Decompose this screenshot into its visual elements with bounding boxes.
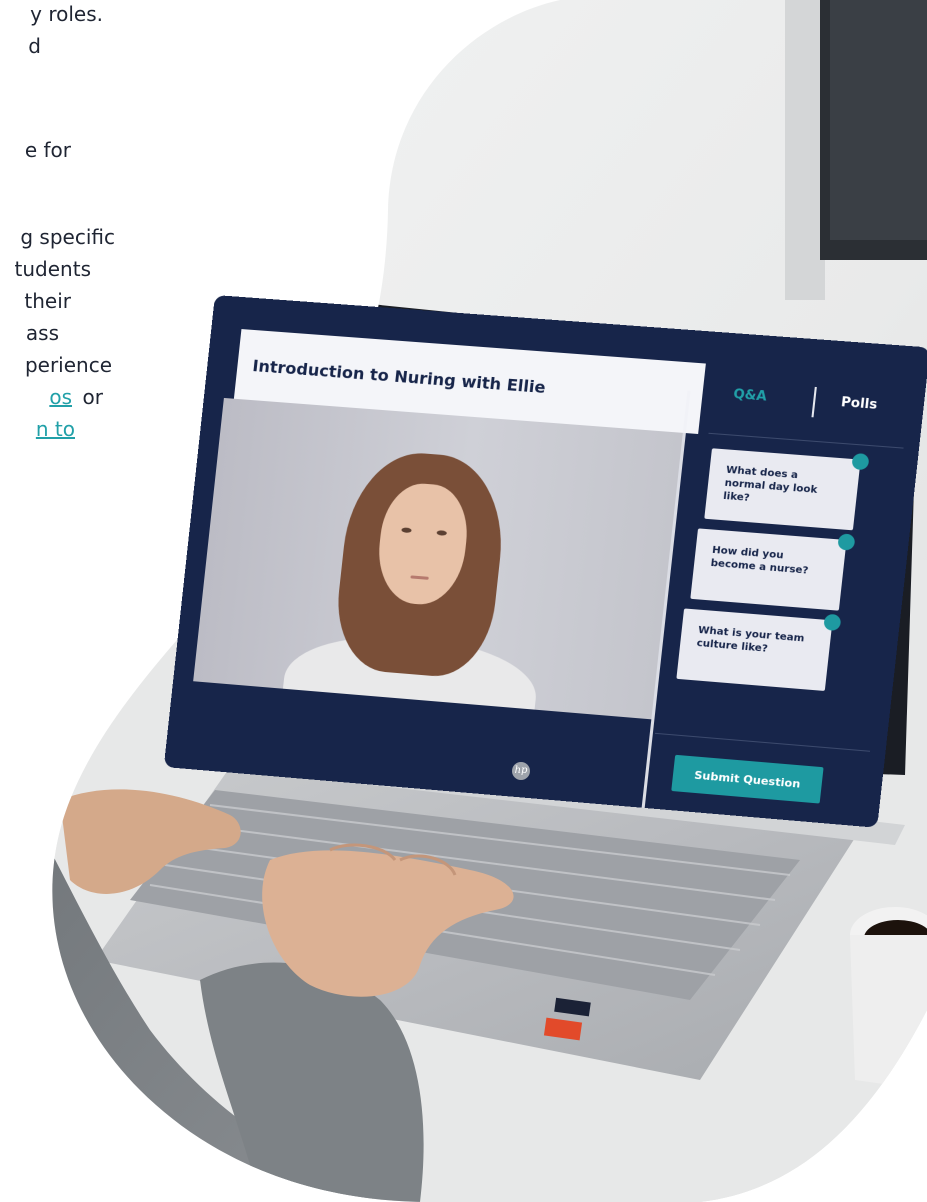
submit-question-button[interactable]: Submit Question — [671, 754, 824, 804]
question-text: How did you become a nurse? — [710, 544, 809, 577]
panel-bottom-rule — [654, 732, 871, 752]
question-indicator-dot — [823, 613, 842, 632]
eye — [401, 527, 412, 534]
mouth — [410, 575, 429, 580]
tab-underline — [708, 432, 904, 449]
video-player[interactable] — [193, 397, 683, 720]
tab-qa[interactable]: Q&A — [733, 387, 768, 405]
tab-separator — [811, 386, 817, 418]
eye — [436, 530, 448, 536]
tab-polls[interactable]: Polls — [840, 395, 878, 413]
question-indicator-dot — [851, 452, 870, 471]
question-indicator-dot — [837, 533, 856, 551]
question-card[interactable]: How did you become a nurse? — [690, 528, 856, 611]
side-panel-tabs: Q&A Polls — [710, 377, 909, 432]
hp-logo-icon: hp — [512, 762, 530, 780]
question-text: What does a normal day look like? — [722, 464, 818, 504]
laptop-screen: Introduction to Nuring with Ellie Q&A Po… — [163, 295, 927, 828]
question-card[interactable]: What is your team culture like? — [676, 608, 842, 691]
question-card[interactable]: What does a normal day look like? — [704, 448, 870, 531]
webinar-app: Introduction to Nuring with Ellie Q&A Po… — [163, 295, 927, 828]
question-text: What is your team culture like? — [696, 624, 805, 655]
